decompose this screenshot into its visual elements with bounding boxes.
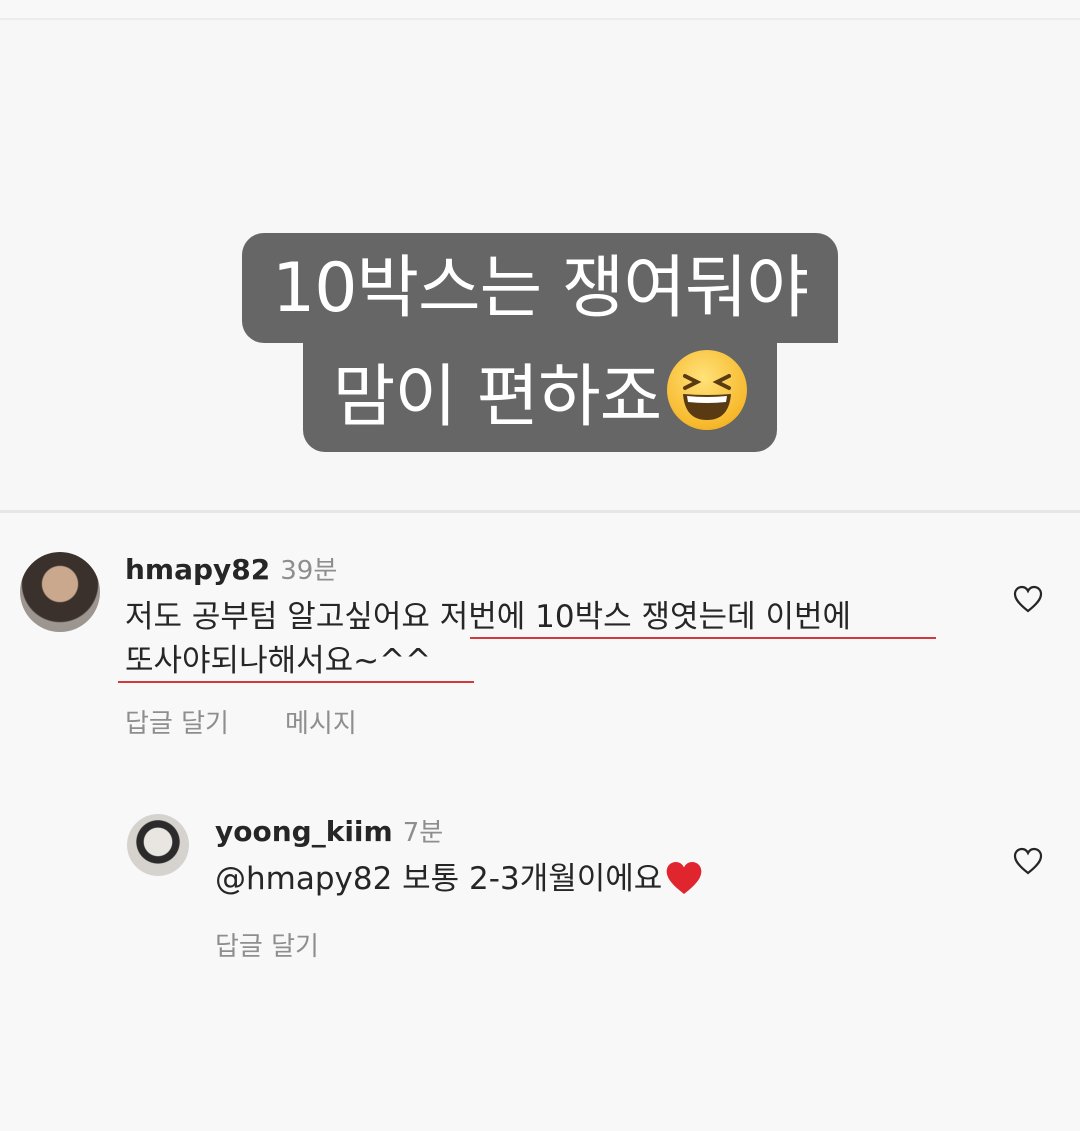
avatar[interactable] — [127, 814, 189, 876]
comment-time: 7분 — [402, 818, 444, 848]
heart-outline-icon[interactable] — [1013, 585, 1043, 613]
heart-outline-icon[interactable] — [1013, 847, 1043, 875]
caption-line-2: 맘이 편하죠 — [302, 342, 778, 452]
comment-username[interactable]: hmapy82 — [125, 553, 270, 586]
red-underline — [470, 637, 936, 639]
comment-username[interactable]: yoong_kiim — [215, 815, 393, 848]
section-divider — [0, 510, 1080, 513]
caption-line-2-text: 맘이 편하죠 — [332, 358, 662, 437]
comment-text-line-1: 저도 공부텀 알고싶어요 저번에 10박스 쟁엿는데 이번에 — [125, 599, 852, 635]
grinning-squinting-face-emoji — [667, 350, 748, 430]
message-button[interactable]: 메시지 — [285, 703, 357, 740]
caption-line-1: 10박스는 쟁여둬야 — [241, 233, 839, 343]
comment-text-content: @hmapy82 보통 2-3개월이에요 — [215, 861, 663, 897]
comment-text-line-2: 또사야되나해서요~^^ — [125, 643, 432, 679]
red-heart-emoji — [666, 862, 702, 894]
reply-button[interactable]: 답글 달기 — [125, 703, 229, 740]
red-underline — [118, 681, 474, 683]
comment-time: 39분 — [280, 556, 338, 586]
avatar[interactable] — [20, 552, 100, 632]
story-caption: 10박스는 쟁여둬야 맘이 편하죠 — [0, 233, 1080, 452]
reply-button[interactable]: 답글 달기 — [215, 926, 319, 963]
comment-text: @hmapy82 보통 2-3개월이에요 — [215, 856, 704, 902]
